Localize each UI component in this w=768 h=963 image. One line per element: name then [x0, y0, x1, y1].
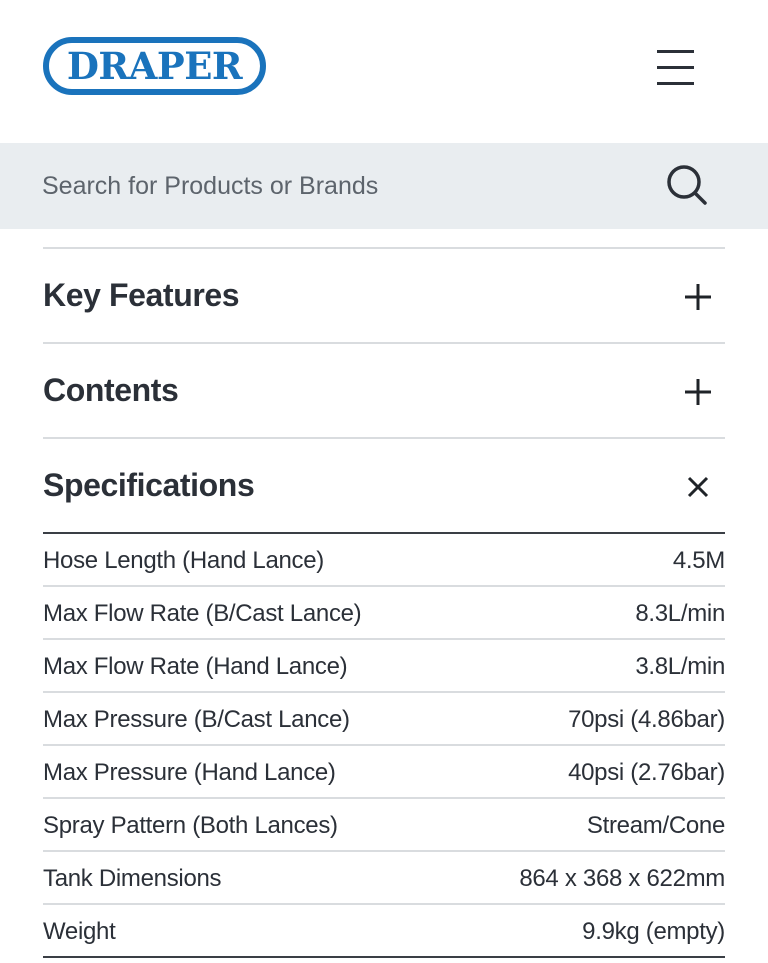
spec-label: Max Flow Rate (B/Cast Lance): [43, 600, 362, 627]
menu-bar: [657, 82, 694, 85]
spec-label: Max Flow Rate (Hand Lance): [43, 653, 348, 680]
spec-label: Weight: [43, 918, 116, 945]
spec-value: 9.9kg (empty): [582, 918, 725, 945]
table-row: Max Pressure (Hand Lance) 40psi (2.76bar…: [43, 746, 725, 799]
spec-label: Max Pressure (Hand Lance): [43, 759, 336, 786]
accordion-specifications[interactable]: Specifications: [43, 439, 725, 532]
table-row: Tank Dimensions 864 x 368 x 622mm: [43, 852, 725, 905]
spec-value: 4.5M: [672, 547, 725, 574]
product-details: Key Features Contents Specifications Hos…: [43, 247, 725, 958]
spec-value: 3.8L/min: [635, 653, 725, 680]
search-icon[interactable]: [660, 160, 712, 212]
table-row: Max Flow Rate (B/Cast Lance) 8.3L/min: [43, 587, 725, 640]
menu-bar: [657, 50, 694, 53]
spec-value: 40psi (2.76bar): [568, 759, 725, 786]
spec-value: 864 x 368 x 622mm: [519, 865, 725, 892]
accordion-title: Specifications: [43, 467, 255, 503]
table-row: Weight 9.9kg (empty): [43, 905, 725, 958]
hamburger-menu-icon[interactable]: [654, 47, 698, 87]
spec-label: Spray Pattern (Both Lances): [43, 812, 338, 839]
plus-icon[interactable]: [683, 282, 713, 312]
search-bar: [0, 143, 768, 229]
table-row: Spray Pattern (Both Lances) Stream/Cone: [43, 799, 725, 852]
table-row: Hose Length (Hand Lance) 4.5M: [43, 534, 725, 587]
table-row: Max Pressure (B/Cast Lance) 70psi (4.86b…: [43, 693, 725, 746]
accordion-contents[interactable]: Contents: [43, 344, 725, 437]
menu-bar: [657, 66, 694, 69]
spec-value: 8.3L/min: [635, 600, 725, 627]
spec-value: 70psi (4.86bar): [568, 706, 725, 733]
accordion-key-features[interactable]: Key Features: [43, 249, 725, 342]
spec-label: Max Pressure (B/Cast Lance): [43, 706, 350, 733]
search-input[interactable]: [42, 161, 642, 211]
site-header: DRAPER: [0, 0, 768, 143]
logo-text: DRAPER: [66, 43, 243, 88]
table-row: Max Flow Rate (Hand Lance) 3.8L/min: [43, 640, 725, 693]
draper-logo[interactable]: DRAPER: [43, 37, 266, 95]
spec-value: Stream/Cone: [586, 812, 725, 839]
accordion-title: Contents: [43, 372, 179, 408]
close-icon[interactable]: [683, 472, 713, 502]
spec-label: Tank Dimensions: [43, 865, 222, 892]
accordion-title: Key Features: [43, 277, 240, 313]
specifications-table: Hose Length (Hand Lance) 4.5M Max Flow R…: [43, 534, 725, 958]
spec-label: Hose Length (Hand Lance): [43, 547, 324, 574]
plus-icon[interactable]: [683, 377, 713, 407]
